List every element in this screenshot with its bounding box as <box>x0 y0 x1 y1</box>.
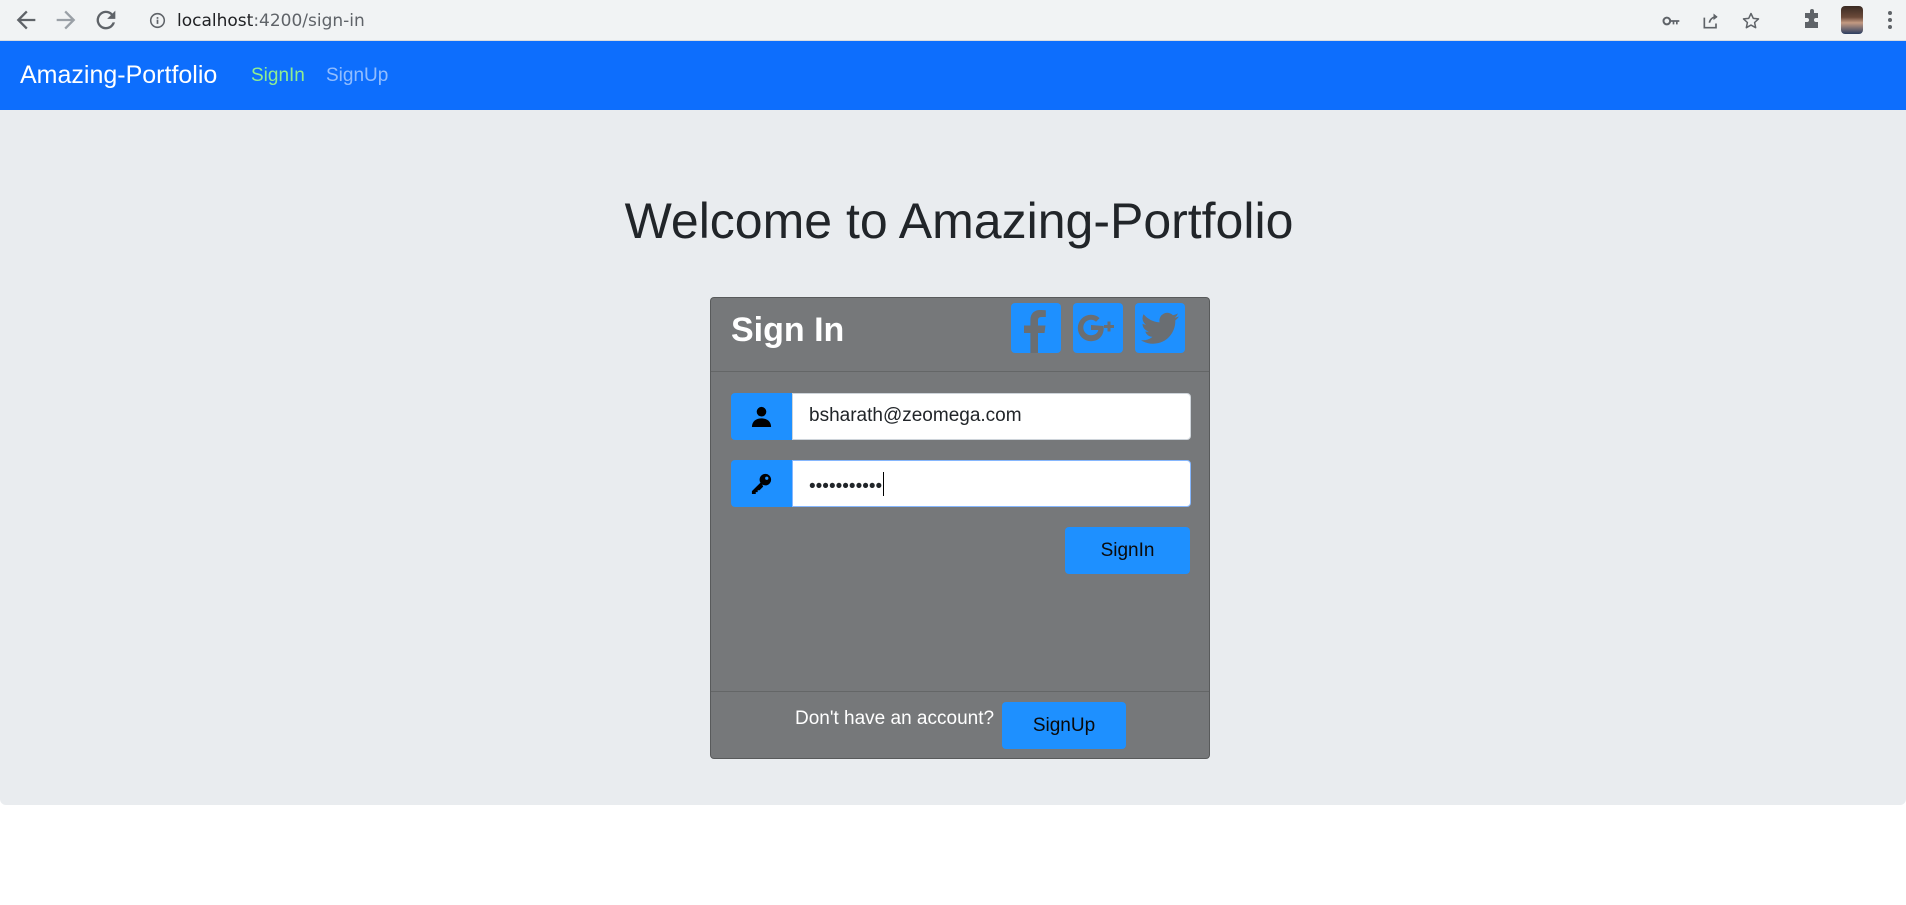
info-icon[interactable] <box>149 12 166 29</box>
main-container: Welcome to Amazing-Portfolio Sign In bsh… <box>0 110 1906 805</box>
profile-avatar[interactable] <box>1841 6 1863 34</box>
card-title: Sign In <box>731 311 845 349</box>
google-plus-icon[interactable] <box>1073 303 1123 353</box>
reload-icon[interactable] <box>92 6 120 34</box>
menu-icon[interactable] <box>1878 8 1902 32</box>
signin-card: Sign In bsharath@zeomega.com ••••••••••• <box>710 297 1210 759</box>
key-icon <box>731 460 792 507</box>
twitter-icon[interactable] <box>1135 303 1185 353</box>
url-host: localhost <box>177 11 254 31</box>
password-value: ••••••••••• <box>809 476 883 497</box>
email-input-group: bsharath@zeomega.com <box>731 393 1191 440</box>
forward-icon[interactable] <box>52 6 80 34</box>
password-input-group: ••••••••••• <box>731 460 1191 507</box>
share-icon[interactable] <box>1701 11 1721 31</box>
url-text[interactable]: localhost:4200/sign-in <box>177 11 365 31</box>
page-title: Welcome to Amazing-Portfolio <box>624 193 1294 249</box>
user-icon <box>731 393 792 440</box>
card-header: Sign In <box>711 298 1209 372</box>
brand-link[interactable]: Amazing-Portfolio <box>20 61 217 90</box>
facebook-icon[interactable] <box>1011 303 1061 353</box>
signin-button[interactable]: SignIn <box>1065 527 1190 574</box>
key-icon[interactable] <box>1661 11 1681 31</box>
address-bar[interactable]: localhost:4200/sign-in <box>137 4 1783 37</box>
url-path: :4200/sign-in <box>253 11 365 31</box>
app-navbar: Amazing-Portfolio SignIn SignUp <box>0 41 1906 110</box>
signup-button[interactable]: SignUp <box>1002 702 1126 749</box>
nav-signin-link[interactable]: SignIn <box>251 65 305 87</box>
back-icon[interactable] <box>12 6 40 34</box>
browser-toolbar: localhost:4200/sign-in <box>0 0 1906 41</box>
no-account-text: Don't have an account? <box>795 708 995 729</box>
email-field[interactable]: bsharath@zeomega.com <box>792 393 1191 440</box>
text-caret <box>883 472 885 496</box>
card-footer: Don't have an account? SignUp <box>711 691 1209 758</box>
extensions-icon[interactable] <box>1800 8 1824 32</box>
star-icon[interactable] <box>1741 11 1761 31</box>
password-field[interactable]: ••••••••••• <box>792 460 1191 507</box>
nav-signup-link[interactable]: SignUp <box>326 65 388 87</box>
